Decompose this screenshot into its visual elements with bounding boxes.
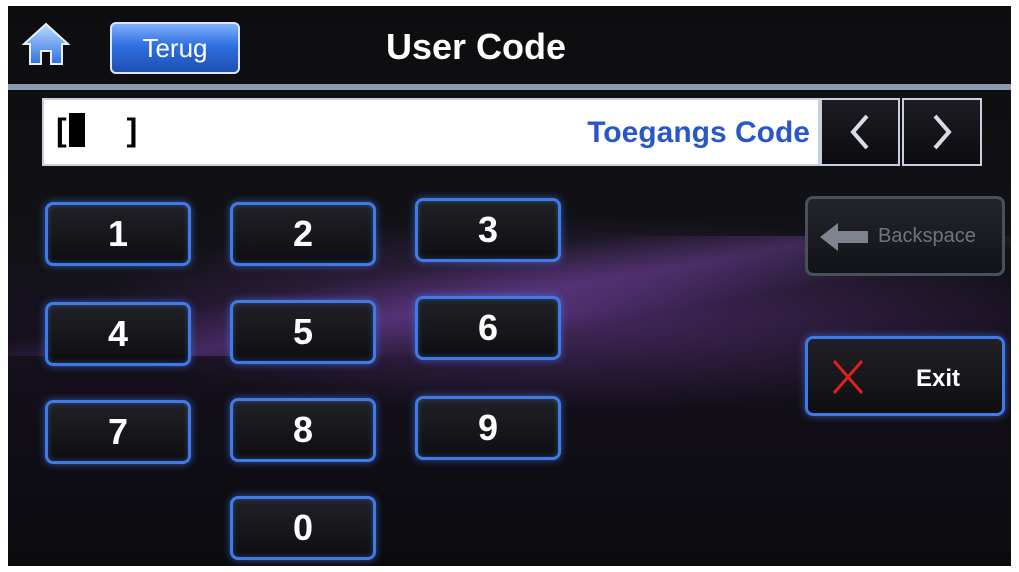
back-button[interactable]: Terug xyxy=(110,22,240,74)
key-3[interactable]: 3 xyxy=(415,198,561,262)
key-8[interactable]: 8 xyxy=(230,398,376,462)
key-9[interactable]: 9 xyxy=(415,396,561,460)
prev-code-type-button[interactable] xyxy=(820,98,900,166)
code-field[interactable]: [] xyxy=(56,112,137,149)
touch-screen: Terug User Code [] Toegangs Code 1 2 3 4… xyxy=(8,6,1011,566)
code-open-bracket: [ xyxy=(56,112,67,148)
key-1[interactable]: 1 xyxy=(45,202,191,266)
code-entry-bar[interactable]: [] Toegangs Code xyxy=(42,98,820,166)
text-cursor xyxy=(68,113,85,147)
page-title: User Code xyxy=(386,26,567,67)
chevron-right-icon xyxy=(933,114,952,150)
code-type-label: Toegangs Code xyxy=(587,116,810,149)
chevron-left-icon xyxy=(850,114,869,150)
header-divider xyxy=(8,84,1011,90)
key-6[interactable]: 6 xyxy=(415,296,561,360)
next-code-type-button[interactable] xyxy=(902,98,982,166)
exit-button[interactable]: Exit xyxy=(805,336,1005,416)
home-icon xyxy=(21,22,71,65)
code-close-bracket: ] xyxy=(126,112,138,148)
key-0[interactable]: 0 xyxy=(230,496,376,560)
key-2[interactable]: 2 xyxy=(230,202,376,266)
exit-label: Exit xyxy=(916,365,961,392)
key-7[interactable]: 7 xyxy=(45,400,191,464)
key-5[interactable]: 5 xyxy=(230,300,376,364)
header: Terug User Code xyxy=(8,6,1011,84)
backspace-button[interactable]: Backspace xyxy=(805,196,1005,276)
home-button[interactable] xyxy=(21,20,71,68)
close-icon xyxy=(828,357,868,404)
backspace-label: Backspace xyxy=(878,225,976,247)
arrow-left-icon xyxy=(818,221,870,259)
key-4[interactable]: 4 xyxy=(45,302,191,366)
